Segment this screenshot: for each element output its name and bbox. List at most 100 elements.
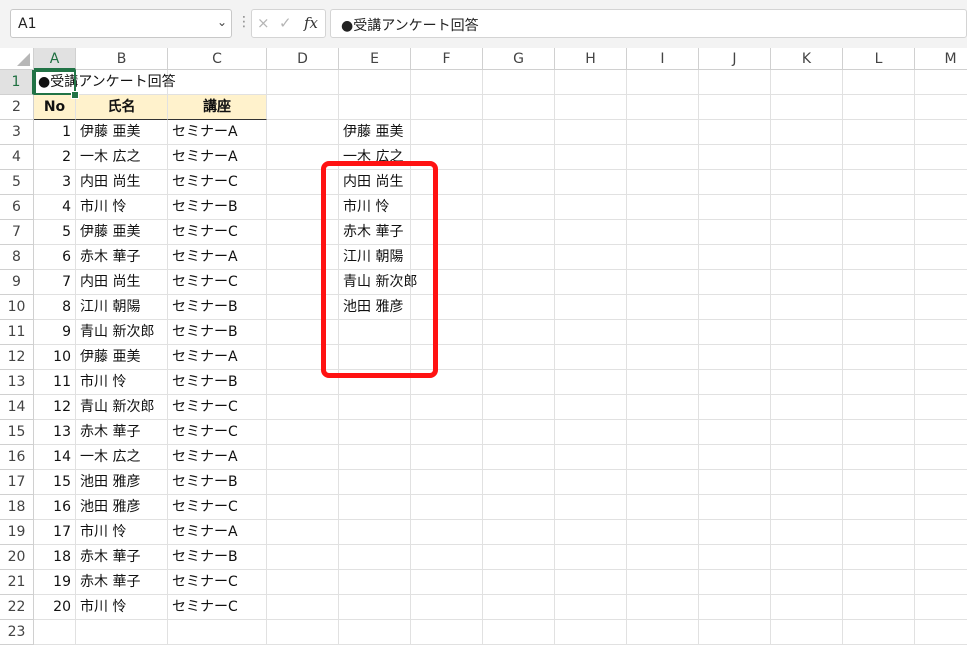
empty-cell[interactable] (627, 220, 699, 245)
empty-cell[interactable] (76, 620, 168, 645)
name-cell[interactable]: 内田 尚生 (76, 270, 168, 295)
empty-cell[interactable] (267, 70, 339, 95)
empty-cell[interactable] (771, 595, 843, 620)
empty-cell[interactable] (483, 220, 555, 245)
course-cell[interactable]: セミナーC (168, 595, 267, 620)
enter-icon[interactable]: ✓ (279, 14, 292, 32)
empty-cell[interactable] (555, 70, 627, 95)
empty-cell[interactable] (771, 445, 843, 470)
empty-cell[interactable] (843, 370, 915, 395)
course-cell[interactable]: セミナーC (168, 220, 267, 245)
empty-cell[interactable] (843, 570, 915, 595)
insert-function-icon[interactable]: fx (304, 14, 318, 32)
empty-cell[interactable] (771, 620, 843, 645)
empty-cell[interactable] (915, 195, 967, 220)
empty-cell[interactable] (771, 320, 843, 345)
row-header-22[interactable]: 22 (0, 595, 34, 620)
course-cell[interactable]: セミナーC (168, 570, 267, 595)
no-cell[interactable]: 11 (34, 370, 76, 395)
empty-cell[interactable] (843, 320, 915, 345)
no-cell[interactable]: 2 (34, 145, 76, 170)
empty-cell[interactable] (555, 245, 627, 270)
empty-cell[interactable] (771, 145, 843, 170)
name-cell[interactable]: 伊藤 亜美 (76, 220, 168, 245)
fill-handle[interactable] (71, 91, 79, 99)
empty-cell[interactable] (843, 520, 915, 545)
empty-cell[interactable] (771, 245, 843, 270)
row-header-7[interactable]: 7 (0, 220, 34, 245)
column-header-g[interactable]: G (483, 48, 555, 70)
empty-cell[interactable] (483, 595, 555, 620)
row-header-12[interactable]: 12 (0, 345, 34, 370)
row-header-16[interactable]: 16 (0, 445, 34, 470)
empty-cell[interactable] (411, 620, 483, 645)
worksheet-grid[interactable]: ABCDEFGHIJKLM 1 2 3 4 5 6 7 8 9 10 11 12 13 14 15 16 17 1… (0, 48, 967, 645)
empty-cell[interactable] (555, 270, 627, 295)
course-cell[interactable]: セミナーC (168, 270, 267, 295)
name-cell[interactable]: 江川 朝陽 (76, 295, 168, 320)
name-cell[interactable]: 伊藤 亜美 (76, 120, 168, 145)
row-header-5[interactable]: 5 (0, 170, 34, 195)
empty-cell[interactable] (699, 570, 771, 595)
column-header-c[interactable]: C (168, 48, 267, 70)
empty-cell[interactable] (915, 220, 967, 245)
empty-cell[interactable] (555, 620, 627, 645)
course-cell[interactable]: セミナーA (168, 520, 267, 545)
empty-cell[interactable] (555, 470, 627, 495)
empty-cell[interactable] (267, 570, 339, 595)
empty-cell[interactable] (627, 245, 699, 270)
empty-cell[interactable] (483, 420, 555, 445)
name-cell[interactable]: 赤木 華子 (76, 570, 168, 595)
empty-cell[interactable] (699, 295, 771, 320)
empty-cell[interactable] (771, 570, 843, 595)
empty-cell[interactable] (411, 495, 483, 520)
empty-cell[interactable] (339, 395, 411, 420)
empty-cell[interactable] (483, 445, 555, 470)
no-cell[interactable]: 4 (34, 195, 76, 220)
empty-cell[interactable] (771, 170, 843, 195)
no-cell[interactable]: 14 (34, 445, 76, 470)
course-cell[interactable]: セミナーA (168, 145, 267, 170)
row-header-20[interactable]: 20 (0, 545, 34, 570)
course-cell[interactable]: セミナーA (168, 120, 267, 145)
empty-cell[interactable] (34, 620, 76, 645)
row-header-23[interactable]: 23 (0, 620, 34, 645)
empty-cell[interactable] (627, 345, 699, 370)
name-cell[interactable]: 赤木 華子 (76, 545, 168, 570)
empty-cell[interactable] (411, 445, 483, 470)
empty-cell[interactable] (483, 320, 555, 345)
empty-cell[interactable] (915, 420, 967, 445)
empty-cell[interactable] (555, 345, 627, 370)
empty-cell[interactable] (555, 445, 627, 470)
header-cell[interactable]: 講座 (168, 95, 267, 120)
empty-cell[interactable] (267, 95, 339, 120)
empty-cell[interactable] (339, 520, 411, 545)
empty-cell[interactable] (771, 545, 843, 570)
name-cell[interactable]: 伊藤 亜美 (76, 345, 168, 370)
empty-cell[interactable] (771, 295, 843, 320)
empty-cell[interactable] (411, 95, 483, 120)
empty-cell[interactable] (483, 95, 555, 120)
name-cell[interactable]: 池田 雅彦 (76, 470, 168, 495)
empty-cell[interactable] (843, 145, 915, 170)
empty-cell[interactable] (699, 145, 771, 170)
empty-cell[interactable] (483, 170, 555, 195)
empty-cell[interactable] (699, 620, 771, 645)
empty-cell[interactable] (843, 120, 915, 145)
empty-cell[interactable] (699, 270, 771, 295)
course-cell[interactable]: セミナーB (168, 370, 267, 395)
empty-cell[interactable] (771, 395, 843, 420)
empty-cell[interactable] (843, 595, 915, 620)
empty-cell[interactable] (915, 70, 967, 95)
empty-cell[interactable] (627, 445, 699, 470)
column-header-e[interactable]: E (339, 48, 411, 70)
empty-cell[interactable] (411, 395, 483, 420)
name-cell[interactable]: 一木 広之 (76, 145, 168, 170)
name-cell[interactable]: 市川 怜 (76, 520, 168, 545)
empty-cell[interactable] (699, 545, 771, 570)
empty-cell[interactable] (699, 220, 771, 245)
empty-cell[interactable] (627, 70, 699, 95)
more-options-icon[interactable]: ⋮ (237, 14, 251, 30)
empty-cell[interactable] (555, 370, 627, 395)
empty-cell[interactable] (843, 545, 915, 570)
